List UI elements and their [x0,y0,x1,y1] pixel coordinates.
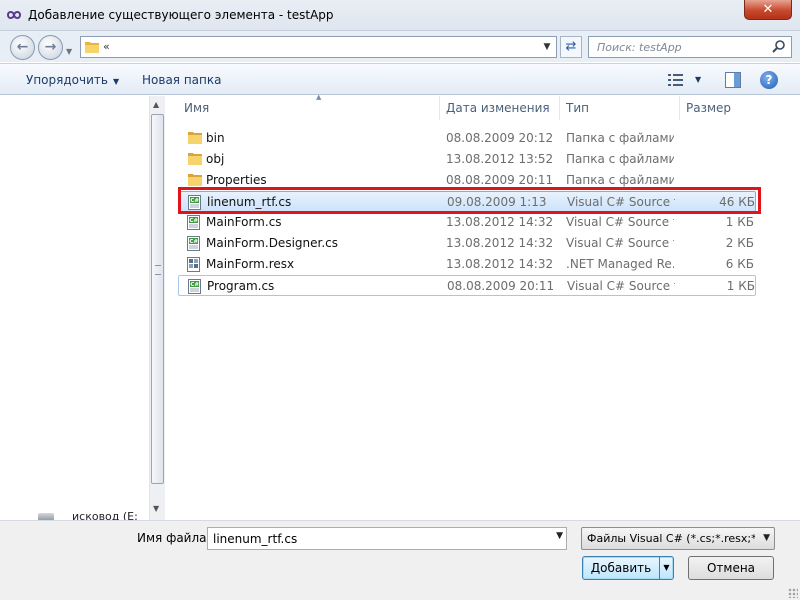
add-button[interactable]: Добавить ▼ [582,556,674,580]
folder-icon [188,153,202,165]
add-button-label: Добавить [590,561,652,575]
highlight-annotation [178,187,761,214]
file-row[interactable]: C# MainForm.cs 13.08.2012 14:32 Visual C# S… [178,212,756,233]
scroll-down-icon[interactable]: ▼ [153,504,159,513]
column-header-type[interactable]: Тип [560,96,680,120]
folder-icon [85,42,99,53]
file-type: Visual C# Source f... [567,279,675,293]
column-header-name[interactable]: ▲ Имя [178,93,440,120]
help-icon[interactable]: ? [760,71,778,89]
file-name: MainForm.resx [206,257,295,271]
filename-value[interactable]: linenum_rtf.cs [213,532,297,546]
search-box[interactable]: Поиск: testApp [588,36,792,58]
file-date: 13.08.2012 13:52 [446,152,554,166]
forward-button[interactable]: → [38,35,63,60]
column-name-label: Имя [184,101,210,115]
preview-pane-icon[interactable] [725,72,741,88]
navigation-pane: ▲ ▼ исковод (E: [0,96,165,523]
svg-text:C#: C# [189,239,198,245]
file-date: 08.08.2009 20:11 [447,279,555,293]
file-date: 13.08.2012 14:32 [446,215,554,229]
file-date: 13.08.2012 14:32 [446,257,554,271]
file-name: obj [206,152,225,166]
file-type: Папка с файлами [566,131,674,145]
new-folder-button[interactable]: Новая папка [142,73,221,87]
chevron-down-icon: ▼ [763,533,770,543]
csharp-file-icon: C# [188,279,201,294]
file-date: 08.08.2009 20:12 [446,131,554,145]
filename-field[interactable]: linenum_rtf.cs ▼ [207,527,567,550]
file-type: .NET Managed Re... [566,257,674,271]
file-list: ▲ Имя Дата изменения Тип Размер bin 08.08… [166,93,800,520]
cancel-button[interactable]: Отмена [688,556,774,580]
file-row[interactable]: obj 13.08.2012 13:52 Папка с файлами [178,149,756,170]
svg-text:C#: C# [189,218,198,224]
file-name: Properties [206,173,267,187]
address-path: « [103,40,110,53]
svg-text:C#: C# [190,282,199,288]
file-size: 1 КБ [726,279,755,293]
resize-grip[interactable] [788,588,798,598]
search-input[interactable]: Поиск: testApp [597,41,682,54]
file-row[interactable]: bin 08.08.2009 20:12 Папка с файлами [178,128,756,149]
chevron-down-icon: ▼ [112,77,120,86]
address-dropdown-icon[interactable]: ▼ [540,39,554,55]
chevron-down-icon[interactable]: ▼ [556,531,563,541]
back-arrow-icon: ← [16,39,29,55]
file-type: Visual C# Source f... [566,236,674,250]
view-dropdown-icon[interactable]: ▼ [695,75,701,84]
csharp-file-icon: C# [187,236,200,251]
scroll-up-icon[interactable]: ▲ [153,100,159,109]
file-type: Visual C# Source f... [566,215,674,229]
address-bar[interactable]: « ▼ [80,36,557,58]
file-name: MainForm.Designer.cs [206,236,338,250]
address-row: ← → ▼ « ▼ ⇄ Поиск: testApp [0,31,800,62]
refresh-button[interactable]: ⇄ [560,36,582,58]
refresh-icon: ⇄ [565,39,577,54]
file-date: 13.08.2012 14:32 [446,236,554,250]
scroll-thumb[interactable] [151,114,164,484]
csharp-file-icon: C# [187,215,200,230]
file-name: Program.cs [207,279,275,293]
file-row[interactable]: C# MainForm.Designer.cs 13.08.2012 14:32 Vi… [178,233,756,254]
view-options-icon[interactable] [668,73,684,87]
add-options-dropdown[interactable]: ▼ [659,557,673,579]
close-button[interactable]: ✕ [744,0,792,20]
navigation-scrollbar[interactable]: ▲ ▼ [149,96,165,520]
resx-file-icon [187,257,200,272]
command-toolbar: Упорядочить ▼ Новая папка ▼ ? [0,63,800,95]
file-size: 2 КБ [725,236,754,250]
title-bar: Добавление существующего элемента - test… [0,0,800,31]
file-size: 6 КБ [725,257,754,271]
column-header-date[interactable]: Дата изменения [440,96,560,120]
recent-locations-dropdown[interactable]: ▼ [66,47,75,56]
file-row[interactable]: C# Program.cs 08.08.2009 20:11 Visual C# So… [178,275,756,296]
file-row[interactable]: MainForm.resx 13.08.2012 14:32 .NET Manage… [178,254,756,275]
back-button[interactable]: ← [10,35,35,60]
file-type-filter[interactable]: Файлы Visual C# (*.cs;*.resx;*.se ▼ [581,527,775,550]
file-name: MainForm.cs [206,215,282,229]
folder-icon [188,174,202,186]
file-size: 1 КБ [725,215,754,229]
organize-label: Упорядочить [26,73,108,87]
visual-studio-icon [6,11,22,19]
file-date: 08.08.2009 20:11 [446,173,554,187]
filter-value: Файлы Visual C# (*.cs;*.resx;*.se [587,532,755,545]
file-type: Папка с файлами [566,173,674,187]
file-type: Папка с файлами [566,152,674,166]
window-title: Добавление существующего элемента - test… [28,8,334,22]
sort-arrow-icon: ▲ [316,93,322,101]
dialog-footer: Имя файла: linenum_rtf.cs ▼ Файлы Visual… [0,520,800,600]
organize-menu[interactable]: Упорядочить ▼ [26,73,119,87]
folder-icon [188,132,202,144]
column-header-size[interactable]: Размер [680,96,760,120]
filename-label: Имя файла: [137,531,211,545]
forward-arrow-icon: → [44,39,57,55]
search-icon[interactable] [771,39,787,55]
file-name: bin [206,131,225,145]
